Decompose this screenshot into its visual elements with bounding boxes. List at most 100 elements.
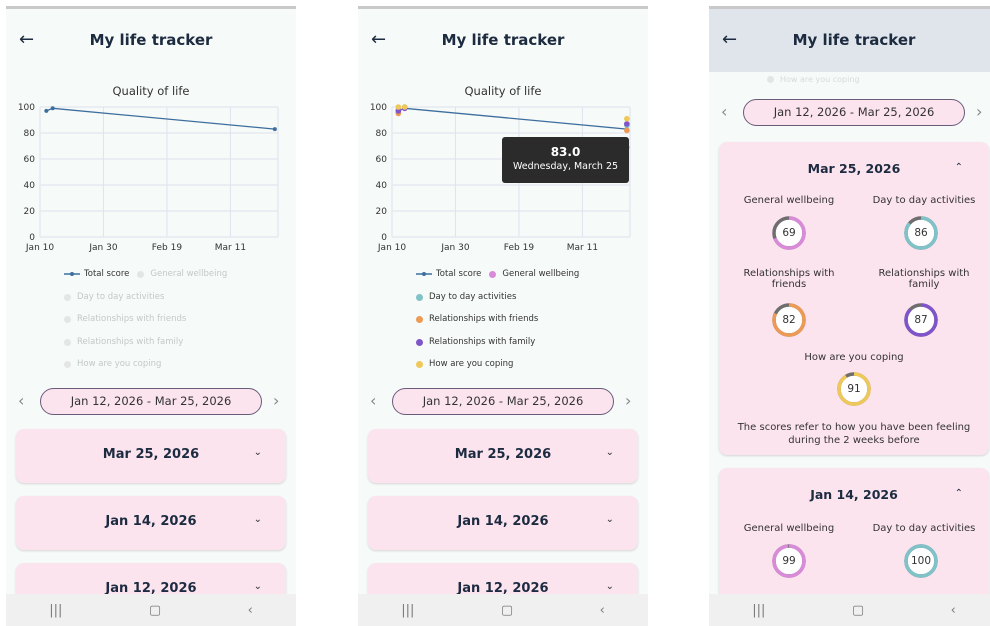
legend-dot-icon (64, 293, 71, 301)
metric-label: General wellbeing (743, 523, 835, 534)
chevron-down-icon[interactable]: ⌄ (606, 581, 614, 592)
chart-tooltip: 83.0 Wednesday, March 25 (502, 137, 629, 183)
data-point (624, 127, 630, 134)
legend-coping[interactable]: How are you coping (416, 359, 513, 369)
system-nav-bar: ||| ▢ ‹ (358, 594, 648, 626)
system-nav-bar: ||| ▢ ‹ (709, 594, 990, 626)
legend-label: Day to day activities (77, 292, 165, 302)
score-ring: 69 (771, 215, 807, 251)
score-value: 82 (782, 314, 796, 326)
y-tick-label: 60 (24, 155, 36, 165)
entry-card[interactable]: Mar 25, 2026 ⌄ (368, 429, 638, 483)
score-value: 87 (914, 314, 928, 326)
score-ring: 82 (771, 302, 807, 338)
home-icon[interactable]: ▢ (501, 603, 513, 618)
legend-total-score[interactable]: Total score General wellbeing (416, 269, 579, 279)
entry-card[interactable]: Jan 14, 2026 ⌄ (16, 496, 286, 550)
entry-card-expanded[interactable]: Mar 25, 2026 ⌃ General wellbeing Day to … (719, 142, 989, 455)
legend-day-to-day[interactable]: Day to day activities (416, 292, 516, 302)
legend-label: General wellbeing (502, 269, 580, 279)
x-tick-label: Feb 19 (504, 243, 535, 253)
home-icon[interactable]: ▢ (149, 603, 161, 618)
score-ring: 87 (903, 302, 939, 338)
legend-dot-icon (767, 76, 774, 83)
chevron-down-icon[interactable]: ⌄ (606, 447, 614, 458)
legend-friends[interactable]: Relationships with friends (64, 314, 186, 324)
chevron-left-icon[interactable]: ‹ (18, 391, 24, 410)
x-tick-label: Jan 30 (88, 243, 117, 253)
chevron-right-icon[interactable]: › (625, 391, 631, 410)
system-nav-bar: ||| ▢ ‹ (6, 594, 296, 626)
legend-dot-icon (137, 270, 145, 278)
screen-details: How are you coping ← My life tracker ‹ J… (709, 6, 990, 626)
legend-family[interactable]: Relationships with family (64, 337, 183, 347)
line-marker-icon (64, 272, 80, 276)
legend-label: How are you coping (780, 75, 860, 84)
recent-apps-icon[interactable]: ||| (401, 603, 414, 618)
y-tick-label: 0 (381, 233, 387, 243)
series-line (46, 107, 275, 130)
entry-card[interactable]: Mar 25, 2026 ⌄ (16, 429, 286, 483)
chevron-down-icon[interactable]: ⌄ (254, 581, 262, 592)
entry-card-expanded[interactable]: Jan 14, 2026 ⌃ General wellbeing Day to … (719, 468, 989, 608)
system-back-icon[interactable]: ‹ (600, 603, 605, 618)
legend-label: Day to day activities (429, 292, 517, 302)
entry-card[interactable]: Jan 14, 2026 ⌄ (368, 496, 638, 550)
chevron-right-icon[interactable]: › (976, 102, 982, 121)
screen-chart-total: ← My life tracker Quality of life 0 20 40 6… (6, 6, 296, 626)
legend-family[interactable]: Relationships with family (416, 337, 535, 347)
recent-apps-icon[interactable]: ||| (49, 603, 62, 618)
quality-of-life-chart[interactable]: 0 20 40 60 80 100 Jan 10 Jan 30 Feb 19 Mar 11 (358, 9, 648, 259)
score-value: 86 (914, 227, 928, 239)
legend-label: Relationships with friends (77, 314, 187, 324)
score-ring: 91 (836, 371, 872, 407)
score-ring: 100 (903, 543, 939, 579)
legend-dot-icon (416, 293, 423, 301)
chevron-left-icon[interactable]: ‹ (370, 391, 376, 410)
metric-label-line: Relationships with (878, 268, 970, 279)
legend-total-score[interactable]: Total score General wellbeing (64, 269, 227, 279)
score-value: 99 (782, 555, 796, 567)
metric-label: General wellbeing (743, 195, 835, 206)
date-range-pill[interactable]: Jan 12, 2026 - Mar 25, 2026 (392, 388, 614, 415)
home-icon[interactable]: ▢ (852, 603, 864, 618)
legend-label: Relationships with family (429, 337, 536, 347)
chevron-up-icon[interactable]: ⌃ (955, 162, 963, 173)
legend-day-to-day[interactable]: Day to day activities (64, 292, 164, 302)
legend-friends[interactable]: Relationships with friends (416, 314, 538, 324)
legend-coping[interactable]: How are you coping (64, 359, 161, 369)
data-point (272, 127, 277, 132)
entry-date: Mar 25, 2026 (454, 447, 552, 462)
chevron-left-icon[interactable]: ‹ (721, 102, 727, 121)
x-tick-label: Feb 19 (152, 243, 183, 253)
metric-label: Day to day activities (872, 523, 976, 534)
recent-apps-icon[interactable]: ||| (752, 603, 765, 618)
entry-date: Jan 14, 2026 (105, 514, 197, 529)
date-range-pill[interactable]: Jan 12, 2026 - Mar 25, 2026 (40, 388, 262, 415)
date-range-pill[interactable]: Jan 12, 2026 - Mar 25, 2026 (743, 99, 965, 126)
metric-label: How are you coping (804, 352, 904, 363)
chevron-right-icon[interactable]: › (273, 391, 279, 410)
entry-date: Jan 14, 2026 (810, 487, 898, 502)
legend-dot-icon (64, 338, 71, 346)
score-ring: 99 (771, 543, 807, 579)
score-value: 100 (910, 555, 932, 567)
chevron-down-icon[interactable]: ⌄ (606, 514, 614, 525)
x-tick-label: Mar 11 (215, 243, 246, 253)
chevron-down-icon[interactable]: ⌄ (254, 447, 262, 458)
y-tick-label: 60 (376, 155, 388, 165)
legend-dot-icon (64, 315, 71, 323)
y-tick-label: 0 (29, 233, 35, 243)
chevron-down-icon[interactable]: ⌄ (254, 514, 262, 525)
system-back-icon[interactable]: ‹ (248, 603, 253, 618)
x-tick-label: Jan 30 (440, 243, 469, 253)
data-point (401, 104, 408, 110)
system-back-icon[interactable]: ‹ (951, 603, 956, 618)
chevron-up-icon[interactable]: ⌃ (955, 488, 963, 499)
quality-of-life-chart[interactable]: 0 20 40 60 80 100 Jan 10 Jan 30 Feb 19 Mar 11 (6, 9, 296, 259)
data-point (395, 104, 402, 110)
score-value: 91 (847, 383, 861, 395)
legend-label: Total score (436, 269, 482, 279)
y-tick-label: 100 (370, 103, 387, 113)
legend-dot-icon (416, 360, 423, 368)
